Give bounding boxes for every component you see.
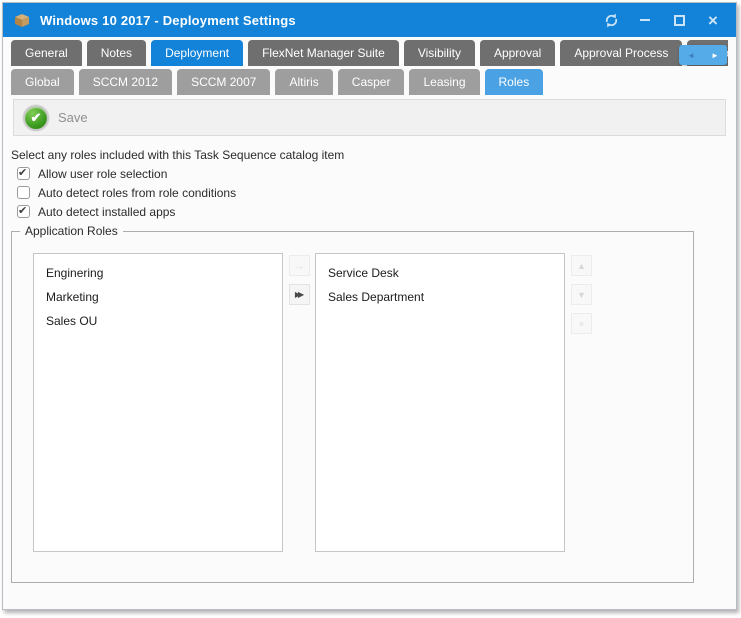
allow-user-role-selection-checkbox[interactable] <box>17 167 30 180</box>
save-button-label: Save <box>58 110 88 125</box>
list-item-enginering[interactable]: Enginering <box>34 261 282 285</box>
tab-deployment[interactable]: Deployment <box>151 40 243 66</box>
list-item-service-desk[interactable]: Service Desk <box>316 261 564 285</box>
auto-detect-roles-from-role-conditions-checkbox[interactable] <box>17 186 30 199</box>
tab-notes[interactable]: Notes <box>87 40 146 66</box>
tab-roles[interactable]: Roles <box>485 69 544 95</box>
move-up-button[interactable]: ▲ <box>571 255 592 276</box>
save-button[interactable]: ✔ Save <box>23 105 88 131</box>
window-title: Windows 10 2017 - Deployment Settings <box>40 13 602 28</box>
move-up-icon: ▲ <box>577 261 586 271</box>
remove-role-button[interactable]: × <box>571 313 592 334</box>
minimize-button[interactable] <box>636 11 654 29</box>
move-all-right-button[interactable]: ▶▶ <box>289 284 310 305</box>
titlebar: Windows 10 2017 - Deployment Settings × <box>3 3 736 37</box>
auto-detect-installed-apps-checkbox[interactable] <box>17 205 30 218</box>
refresh-button[interactable] <box>602 11 620 29</box>
tab-general[interactable]: General <box>11 40 82 66</box>
window-controls: × <box>602 11 722 29</box>
tab-global[interactable]: Global <box>11 69 74 95</box>
move-down-icon: ▼ <box>577 290 586 300</box>
maximize-icon <box>674 15 685 26</box>
close-icon: × <box>708 12 718 29</box>
checkbox-label: Auto detect roles from role conditions <box>38 186 236 200</box>
checkbox-row-allow-user-role-selection: Allow user role selection <box>17 164 736 183</box>
tab-visibility[interactable]: Visibility <box>404 40 475 66</box>
refresh-icon <box>604 13 619 28</box>
list-item-sales-department[interactable]: Sales Department <box>316 285 564 309</box>
move-right-icon: → <box>295 261 304 271</box>
tab-leasing[interactable]: Leasing <box>409 69 479 95</box>
checkbox-label: Allow user role selection <box>38 167 167 181</box>
primary-tab-row: GeneralNotesDeploymentFlexNet Manager Su… <box>11 40 728 66</box>
save-check-icon: ✔ <box>23 105 49 131</box>
list-item-sales-ou[interactable]: Sales OU <box>34 309 282 333</box>
maximize-button[interactable] <box>670 11 688 29</box>
app-package-icon <box>13 12 31 28</box>
selected-roles-list[interactable]: Service DeskSales Department <box>315 253 565 552</box>
tab-sccm-2012[interactable]: SCCM 2012 <box>79 69 172 95</box>
move-down-button[interactable]: ▼ <box>571 284 592 305</box>
tab-scroll-right-button[interactable]: ► <box>703 45 727 65</box>
list-item-marketing[interactable]: Marketing <box>34 285 282 309</box>
application-roles-groupbox: Application Roles EngineringMarketingSal… <box>11 231 694 583</box>
tab-approval[interactable]: Approval <box>480 40 555 66</box>
deployment-settings-window: Windows 10 2017 - Deployment Settings × … <box>2 2 737 610</box>
tab-flexnet-manager-suite[interactable]: FlexNet Manager Suite <box>248 40 399 66</box>
tab-sccm-2007[interactable]: SCCM 2007 <box>177 69 270 95</box>
checkbox-group: Allow user role selection Auto detect rol… <box>17 164 736 221</box>
toolbar: ✔ Save <box>13 99 726 136</box>
section-heading: Select any roles included with this Task… <box>11 148 736 162</box>
tab-casper[interactable]: Casper <box>338 69 405 95</box>
application-roles-group-label: Application Roles <box>20 224 123 238</box>
minimize-icon <box>640 19 650 21</box>
checkbox-row-auto-detect-roles-from-role-conditions: Auto detect roles from role conditions <box>17 183 736 202</box>
order-buttons-column: ▲ ▼ × <box>571 255 592 552</box>
tab-approval-process[interactable]: Approval Process <box>560 40 682 66</box>
secondary-tab-row: GlobalSCCM 2012SCCM 2007AltirisCasperLea… <box>11 69 728 95</box>
tab-scroller: ◄ ► <box>679 45 727 65</box>
move-right-button[interactable]: → <box>289 255 310 276</box>
remove-role-icon: × <box>579 319 584 329</box>
tab-scroll-left-button[interactable]: ◄ <box>679 45 703 65</box>
available-roles-list[interactable]: EngineringMarketingSales OU <box>33 253 283 552</box>
move-all-right-icon: ▶▶ <box>295 290 304 299</box>
move-buttons-column: → ▶▶ <box>289 255 310 552</box>
tab-altiris[interactable]: Altiris <box>275 69 332 95</box>
checkbox-label: Auto detect installed apps <box>38 205 175 219</box>
close-button[interactable]: × <box>704 11 722 29</box>
checkbox-row-auto-detect-installed-apps: Auto detect installed apps <box>17 202 736 221</box>
application-roles-content: EngineringMarketingSales OU → ▶▶ Service … <box>12 232 693 552</box>
